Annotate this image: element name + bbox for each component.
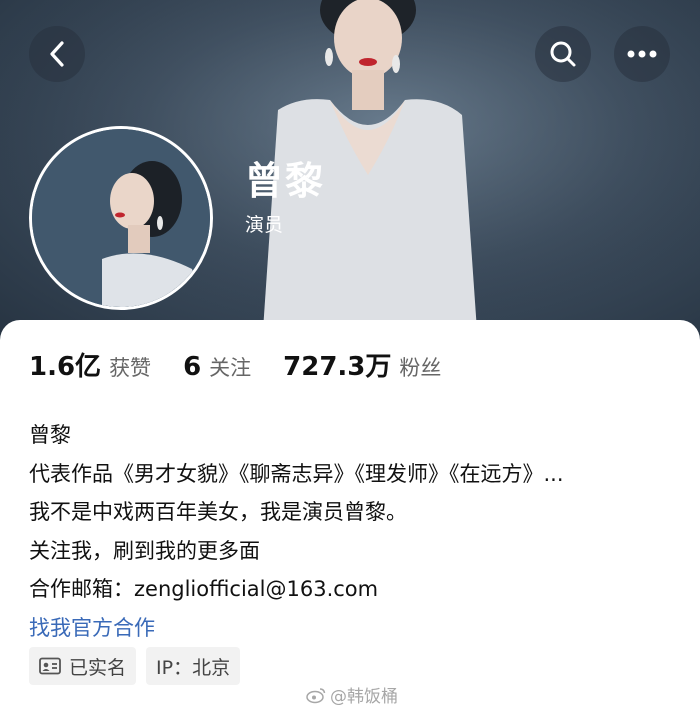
verified-label: 已实名 [69, 656, 127, 679]
profile-role: 演员 [245, 214, 284, 236]
stat-label: 获赞 [109, 356, 152, 380]
stat-following[interactable]: 6 关注 [183, 352, 251, 382]
avatar-photo [32, 129, 210, 307]
ip-location-label: IP：北京 [156, 656, 231, 679]
stat-value: 6 [183, 352, 202, 382]
bio-line: 关注我，刷到我的更多面 [29, 538, 260, 563]
search-button[interactable] [535, 26, 591, 82]
watermark: @韩饭桶 [305, 682, 398, 707]
chevron-left-icon [50, 41, 64, 67]
weibo-icon [306, 687, 326, 703]
more-icon [627, 50, 657, 58]
official-cooperation-link[interactable]: 找我官方合作 [29, 609, 564, 648]
tags-row: 已实名 IP：北京 [29, 647, 250, 685]
profile-card: 1.6亿 获赞 6 关注 727.3万 粉丝 曾黎 代表作品《男才女貌》《聊斋志… [0, 320, 700, 713]
stat-label: 关注 [209, 356, 252, 380]
ip-location-tag: IP：北京 [146, 647, 241, 685]
stat-label: 粉丝 [399, 356, 442, 380]
bio-line: 代表作品《男才女貌》《聊斋志异》《理发师》《在远方》... [29, 461, 564, 486]
stat-followers[interactable]: 727.3万 粉丝 [283, 346, 441, 383]
verified-tag[interactable]: 已实名 [29, 647, 137, 685]
bio-line: 曾黎 [29, 423, 71, 447]
stat-value: 1.6亿 [29, 352, 102, 382]
profile-name: 曾黎 [245, 159, 326, 203]
watermark-text: @韩饭桶 [330, 687, 398, 707]
stat-likes[interactable]: 1.6亿 获赞 [29, 346, 151, 383]
back-button[interactable] [29, 26, 85, 82]
profile-header: 曾黎 演员 [0, 0, 700, 345]
more-button[interactable] [614, 26, 670, 82]
id-card-icon [39, 657, 61, 675]
stat-value: 727.3万 [283, 352, 392, 382]
search-icon [550, 41, 576, 67]
bio-line: 我不是中戏两百年美女，我是演员曾黎。 [29, 500, 407, 524]
avatar[interactable] [29, 126, 213, 310]
bio-email-line: 合作邮箱：zengliofficial@163.com [29, 577, 379, 601]
stats-row: 1.6亿 获赞 6 关注 727.3万 粉丝 [29, 346, 473, 383]
bio: 曾黎 代表作品《男才女貌》《聊斋志异》《理发师》《在远方》... 我不是中戏两百… [29, 416, 564, 647]
